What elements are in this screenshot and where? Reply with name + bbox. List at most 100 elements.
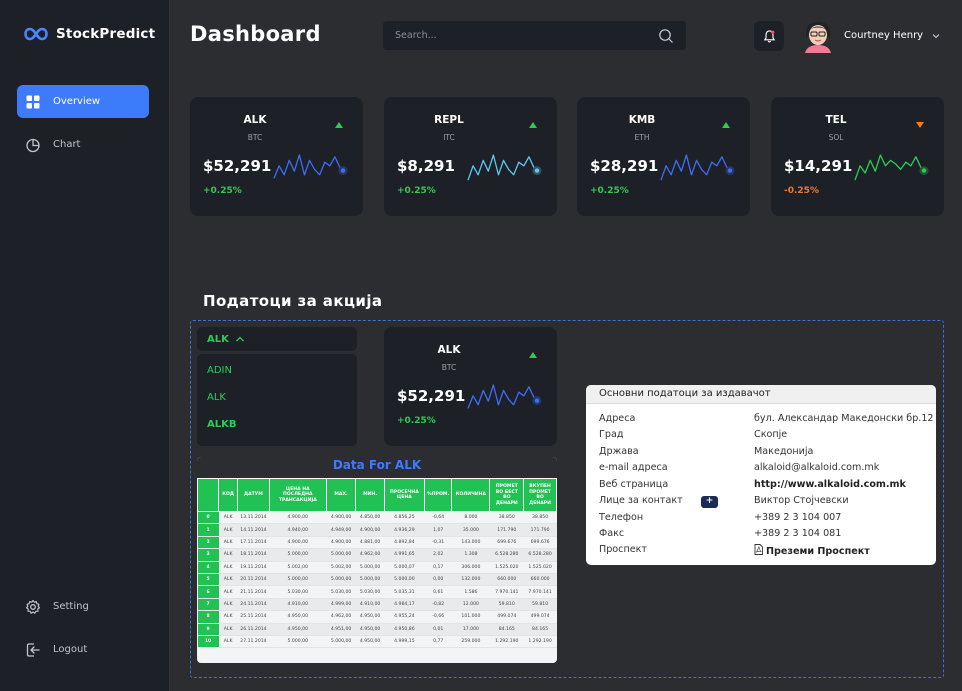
prospectus-label: Преземи Проспект	[766, 546, 870, 557]
table-cell: 4.892,84	[384, 536, 425, 550]
email-link[interactable]: alkaloid@alkaloid.com.mk	[754, 462, 879, 473]
table-header-cell[interactable]: КОЛИЧИНА	[451, 478, 491, 512]
table-header-cell[interactable]: ДАТУМ	[237, 478, 270, 512]
row-index-cell: 10	[197, 635, 219, 649]
user-name[interactable]: Courtney Henry	[844, 30, 923, 41]
table-cell: 0,61	[424, 585, 452, 599]
table-cell: 4.950,00	[355, 623, 385, 636]
stock-card[interactable]: KMB ETH $28,291 +0.25%	[577, 97, 750, 216]
table-cell: 4.940,00	[269, 523, 327, 537]
stock-price: $52,291	[203, 157, 272, 175]
stock-card[interactable]: ALK BTC $52,291 +0.25%	[190, 97, 363, 216]
info-label: Телефон	[599, 512, 644, 523]
sparkline-line	[467, 154, 535, 181]
table-row: 10 ALK 27.11.2014 5.000,00 5.000,00 4.950,00 4…	[197, 635, 557, 649]
table-header-cell[interactable]	[197, 478, 220, 512]
table-cell: 1.308	[451, 548, 490, 562]
search-bar	[383, 21, 686, 50]
stock-symbol: ALK	[243, 114, 267, 126]
sparkline-chart	[273, 154, 348, 179]
table-header-cell[interactable]: КОД	[218, 478, 239, 512]
dropdown-menu: ADIN ALK ALKB	[197, 354, 357, 446]
table-cell: 5.000,00	[384, 573, 425, 587]
table-header-cell[interactable]: ПРОМЕТ ВО БЕСТ ВО ДЕНАРИ	[489, 478, 525, 512]
data-table-panel: Data For ALK КОД ДАТУМ ЦЕНА НА ПОСЛЕДНА ТР…	[197, 457, 557, 663]
download-prospectus-link[interactable]: Преземи Проспект	[754, 544, 870, 557]
table-cell: 6.528.280	[523, 548, 557, 562]
stock-select-dropdown[interactable]: ALK	[197, 327, 357, 351]
info-label: Лице за контакт	[599, 495, 683, 506]
table-cell: ALK	[218, 598, 238, 612]
stock-card[interactable]: REPL ITC $8,291 +0.25%	[384, 97, 557, 216]
table-cell: ALK	[218, 635, 238, 649]
stock-symbol: ALK	[437, 344, 461, 356]
table-header-cell[interactable]: ЦЕНА НА ПОСЛЕДНА ТРАНСАКЦИЈА	[268, 478, 327, 512]
table-cell: 101.000	[451, 610, 490, 624]
selected-stock-card[interactable]: ALK BTC $52,291 +0.25%	[384, 327, 557, 446]
table-cell: 4.950,00	[269, 610, 327, 624]
table-cell: 26.11.2014	[237, 623, 270, 636]
sidebar-item-setting[interactable]: Setting	[17, 590, 149, 623]
sidebar-item-logout[interactable]: Logout	[17, 633, 149, 666]
website-link[interactable]: http://www.alkaloid.com.mk	[754, 479, 906, 490]
sidebar-item-chart[interactable]: Chart	[17, 128, 149, 161]
stock-change: +0.25%	[397, 186, 436, 196]
stock-card[interactable]: TEL SOL $14,291 -0.25%	[771, 97, 944, 216]
table-row: 1 ALK 14.11.2014 4.940,00 4.949,00 4.900,00 4.…	[197, 523, 557, 537]
table-header-cell[interactable]: ПРОСЕЧНА ЦЕНА	[383, 478, 425, 512]
table-cell: 27.11.2014	[237, 635, 270, 649]
infinity-logo-icon	[24, 27, 48, 41]
dropdown-option[interactable]: ALK	[207, 392, 226, 403]
chevron-down-icon[interactable]	[931, 31, 941, 41]
table-cell: 4.910,00	[355, 598, 385, 612]
table-cell: 4.999,00	[326, 598, 356, 612]
avatar[interactable]	[799, 19, 837, 53]
stock-symbol: KMB	[628, 114, 656, 126]
table-cell: 24.11.2014	[237, 598, 270, 612]
table-header-cell[interactable]: ВКУПЕН ПРОМЕТ ВО ДЕНАРИ	[523, 478, 557, 512]
dropdown-option[interactable]: ADIN	[207, 365, 232, 376]
info-label: Град	[599, 429, 624, 440]
table-row: 9 ALK 26.11.2014 4.950,00 4.951,00 4.950,00 4.…	[197, 623, 557, 636]
table-header-cell[interactable]: МИН.	[355, 478, 385, 512]
table-cell: 1.586	[451, 585, 490, 599]
table-header-cell[interactable]: MAX.	[325, 478, 357, 512]
table-row: 7 ALK 24.11.2014 4.910,00 4.999,00 4.910,00 4.…	[197, 598, 557, 612]
table-cell: 5.000,00	[326, 548, 356, 562]
info-label: Факс	[599, 528, 625, 539]
table-cell: 59.810	[489, 598, 524, 612]
table-header-cell[interactable]: %ПРОМ.	[423, 478, 453, 512]
dropdown-selected-value: ALK	[207, 333, 229, 345]
row-index-cell: 4	[197, 561, 219, 574]
table-header-row: КОД ДАТУМ ЦЕНА НА ПОСЛЕДНА ТРАНСАКЦИЈА MAX.…	[197, 478, 557, 512]
sidebar-item-label: Overview	[53, 96, 101, 107]
table-cell: 38.850	[523, 511, 557, 525]
table-cell: ALK	[218, 623, 238, 636]
sparkline-chart	[467, 384, 542, 409]
table-cell: 14.11.2014	[237, 523, 270, 537]
notification-button[interactable]	[754, 21, 784, 51]
app-logo[interactable]: StockPredict	[24, 26, 155, 42]
grid-icon	[26, 95, 40, 108]
table-cell: 20.11.2014	[237, 573, 270, 587]
row-index-cell: 7	[197, 598, 219, 612]
search-icon[interactable]	[658, 28, 674, 44]
search-input[interactable]	[395, 30, 658, 41]
table-cell: 259.000	[451, 635, 490, 649]
sparkline-endpoint	[534, 398, 540, 403]
stock-price: $52,291	[397, 387, 466, 405]
table-cell: 660.000	[489, 573, 524, 587]
app-name: StockPredict	[56, 26, 156, 42]
add-contact-button[interactable]: +	[701, 496, 718, 508]
trend-up-icon	[529, 122, 537, 128]
table-cell: 0,01	[424, 623, 452, 636]
dropdown-option[interactable]: ALKB	[207, 419, 236, 430]
table-cell: 5.030,00	[355, 585, 385, 599]
table-cell: 4.850,00	[355, 511, 385, 525]
sidebar-item-overview[interactable]: Overview	[17, 85, 149, 118]
table-cell: 5.000,00	[269, 635, 327, 649]
table-cell: 4.900,00	[269, 536, 327, 550]
table-cell: 5.035,31	[384, 585, 425, 599]
table-cell: 5.030,00	[326, 585, 356, 599]
table-cell: 4.951,00	[326, 623, 356, 636]
